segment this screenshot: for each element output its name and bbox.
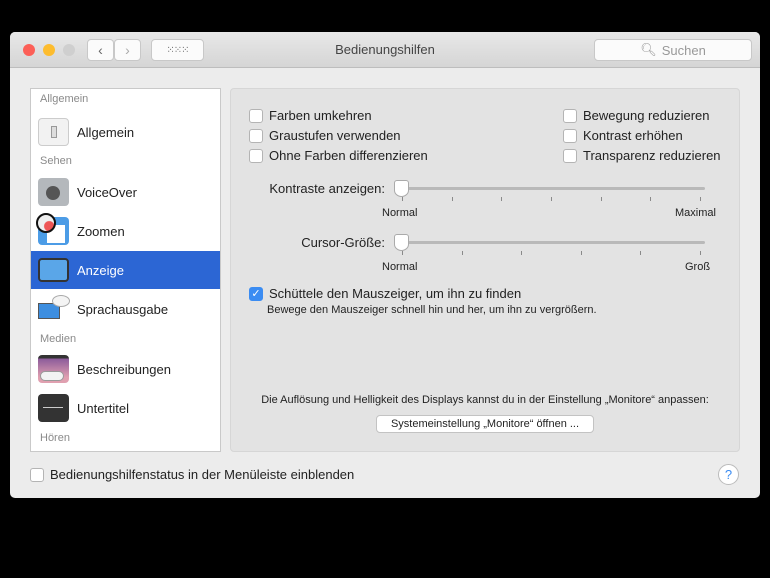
checkbox-label: Ohne Farben differenzieren bbox=[269, 148, 428, 163]
display-settings-panel: Farben umkehren Graustufen verwenden Ohn… bbox=[230, 88, 740, 452]
checkbox-label: Graustufen verwenden bbox=[269, 128, 401, 143]
help-button[interactable]: ? bbox=[718, 464, 739, 485]
section-header: Hören bbox=[40, 432, 70, 444]
open-monitors-button[interactable]: Systemeinstellung „Monitore“ öffnen ... bbox=[376, 415, 594, 433]
checkbox-box bbox=[563, 128, 577, 143]
sidebar-item-untertitel[interactable]: Untertitel bbox=[31, 389, 220, 427]
search-input[interactable]: 🔍︎ Suchen bbox=[594, 39, 752, 61]
voiceover-icon bbox=[38, 178, 69, 206]
checkbox-label: Bewegung reduzieren bbox=[583, 108, 710, 123]
item-label: Allgemein bbox=[77, 124, 135, 140]
reduce-motion-checkbox[interactable]: Bewegung reduzieren bbox=[563, 108, 709, 123]
slider-tick bbox=[650, 197, 652, 201]
preferences-window: ‹ › ⁙⁙⁙ Bedienungshilfen 🔍︎ Suchen Allgem… bbox=[10, 32, 760, 498]
speech-icon bbox=[38, 295, 70, 323]
checkbox-box bbox=[249, 128, 263, 143]
item-label: Zoomen bbox=[77, 223, 125, 239]
slider-tick bbox=[700, 197, 701, 201]
checkbox-label: Farben umkehren bbox=[269, 108, 372, 123]
differentiate-without-color-checkbox[interactable]: Ohne Farben differenzieren bbox=[249, 148, 428, 163]
slider-tick bbox=[580, 251, 582, 255]
cursor-size-label: Cursor-Größe: bbox=[301, 235, 385, 250]
grayscale-checkbox[interactable]: Graustufen verwenden bbox=[249, 128, 401, 143]
section-header: Allgemein bbox=[40, 93, 89, 105]
search-icon: 🔍︎ bbox=[640, 42, 657, 57]
item-label: VoiceOver bbox=[77, 184, 137, 200]
reduce-transparency-checkbox[interactable]: Transparenz reduzieren bbox=[563, 148, 721, 163]
contrast-label: Kontraste anzeigen: bbox=[269, 181, 385, 196]
contrast-slider[interactable] bbox=[403, 187, 705, 190]
contrast-slider-thumb[interactable] bbox=[394, 180, 409, 197]
checkbox-box bbox=[563, 108, 577, 123]
checkbox-label: Kontrast erhöhen bbox=[583, 128, 683, 143]
sidebar-item-zoomen[interactable]: Zoomen bbox=[31, 212, 220, 250]
monitor-note: Die Auflösung und Helligkeit des Display… bbox=[261, 394, 709, 406]
contrast-min-label: Normal bbox=[382, 207, 418, 219]
captions-icon bbox=[38, 394, 69, 422]
zoom-icon bbox=[36, 213, 69, 245]
section-header: Medien bbox=[40, 333, 77, 345]
search-placeholder: Suchen bbox=[661, 42, 706, 58]
checkbox-box bbox=[249, 108, 263, 123]
increase-contrast-checkbox[interactable]: Kontrast erhöhen bbox=[563, 128, 683, 143]
checkbox-box bbox=[30, 467, 44, 482]
switch-icon bbox=[38, 118, 69, 146]
descriptions-icon bbox=[38, 355, 69, 383]
title-bar: ‹ › ⁙⁙⁙ Bedienungshilfen 🔍︎ Suchen bbox=[10, 32, 760, 68]
checkbox-box bbox=[249, 148, 263, 163]
cursor-max-label: Groß bbox=[685, 261, 711, 273]
sidebar-item-sprachausgabe[interactable]: Sprachausgabe bbox=[31, 290, 220, 328]
menu-bar-status-checkbox[interactable]: Bedienungshilfenstatus in der Menüleiste… bbox=[30, 467, 354, 482]
slider-tick bbox=[461, 251, 463, 255]
item-label: Anzeige bbox=[77, 262, 124, 278]
shake-to-locate-checkbox[interactable]: ✓ Schüttele den Mauszeiger, um ihn zu fin… bbox=[249, 286, 521, 301]
checkbox-box bbox=[563, 148, 577, 163]
section-header: Sehen bbox=[40, 155, 72, 167]
item-label: Sprachausgabe bbox=[77, 301, 169, 317]
slider-tick bbox=[640, 251, 642, 255]
cursor-min-label: Normal bbox=[382, 261, 418, 273]
sidebar-item-beschreibungen[interactable]: Beschreibungen bbox=[31, 350, 220, 388]
checkmark-icon: ✓ bbox=[249, 286, 263, 301]
item-label: Untertitel bbox=[77, 400, 130, 416]
checkbox-label: Schüttele den Mauszeiger, um ihn zu find… bbox=[269, 286, 522, 301]
sidebar: Allgemein Allgemein Sehen VoiceOver Zoom… bbox=[30, 88, 221, 452]
sidebar-item-voiceover[interactable]: VoiceOver bbox=[31, 173, 220, 211]
slider-tick bbox=[700, 251, 701, 255]
slider-tick bbox=[451, 197, 453, 201]
slider-tick bbox=[402, 197, 403, 201]
cursor-size-slider-thumb[interactable] bbox=[394, 234, 409, 251]
slider-tick bbox=[501, 197, 503, 201]
shake-description: Bewege den Mauszeiger schnell hin und he… bbox=[267, 304, 597, 316]
slider-tick bbox=[551, 197, 552, 201]
cursor-size-slider[interactable] bbox=[403, 241, 705, 244]
contrast-max-label: Maximal bbox=[675, 207, 716, 219]
sidebar-item-anzeige[interactable]: Anzeige bbox=[31, 251, 220, 289]
slider-tick bbox=[402, 251, 403, 255]
slider-tick bbox=[600, 197, 602, 201]
checkbox-label: Transparenz reduzieren bbox=[583, 148, 721, 163]
sidebar-item-allgemein[interactable]: Allgemein bbox=[31, 113, 220, 151]
checkbox-label: Bedienungshilfenstatus in der Menüleiste… bbox=[50, 467, 355, 482]
invert-colors-checkbox[interactable]: Farben umkehren bbox=[249, 108, 372, 123]
display-icon bbox=[38, 258, 69, 282]
slider-tick bbox=[521, 251, 523, 255]
item-label: Beschreibungen bbox=[77, 361, 171, 377]
